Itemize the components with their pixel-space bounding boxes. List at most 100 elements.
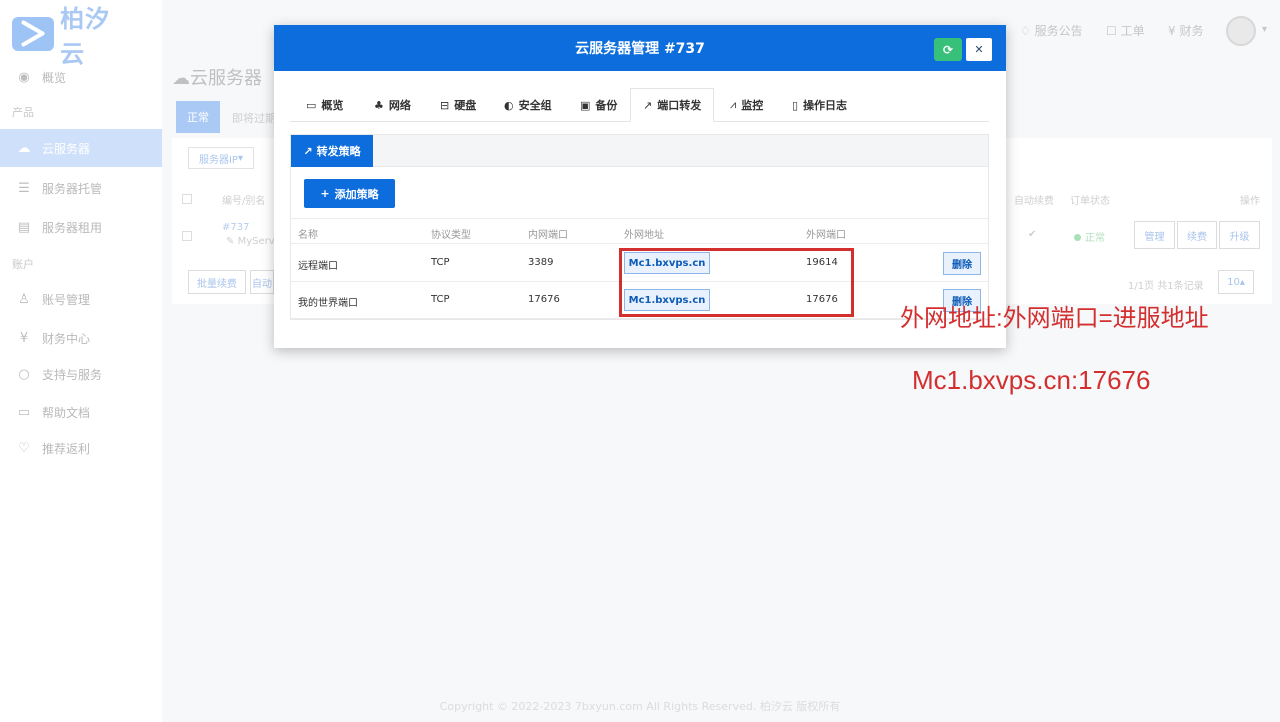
brand-logo[interactable]: 柏汐云 [12,5,132,68]
add-policy-button[interactable]: + 添加策略 [304,179,395,208]
col-address: 外网地址 [624,230,664,241]
yen-icon: ¥ [1168,24,1176,38]
sidebar-item-cloud-server[interactable]: ☁ 云服务器 [0,129,162,167]
sidebar-section-account: 账户 [12,258,34,271]
heart-icon: ♡ [18,440,30,456]
tab-monitor[interactable]: ⩘ 监控 [730,88,763,122]
chevron-down-icon[interactable]: ▾ [1262,24,1267,35]
upgrade-button[interactable]: 升级 [1219,221,1260,249]
col-autorenew: 自动续费 [1014,196,1054,207]
sidebar-item-label: 推荐返利 [42,441,91,456]
panel-header: ↗ 转发策略 [291,135,988,167]
edit-icon: ✎ [226,236,235,247]
sidebar-item-label: 服务器租用 [42,220,103,235]
batch-renew-button[interactable]: 批量续费 [188,270,246,294]
refresh-button[interactable]: ⟳ [934,38,962,61]
tab-overview[interactable]: ▭ 概览 [306,88,343,122]
sidebar-item-account[interactable]: ♙ 账号管理 [0,280,162,318]
tab-network[interactable]: ♣ 网络 [374,88,411,122]
renew-button[interactable]: 续费 [1177,221,1217,249]
notice-link[interactable]: ♢ 服务公告 [1020,22,1083,39]
footer-copyright: Copyright © 2022-2023 7bxyun.com All Rig… [439,700,841,713]
finance-link[interactable]: ¥ 财务 [1168,22,1203,39]
tab-disk[interactable]: ⊟ 硬盘 [440,88,476,122]
dashboard-icon: ◉ [18,69,30,85]
pagination-info: 1/1页 共1条记录 [1128,281,1204,292]
logo-icon [12,17,55,51]
status-badge: 正常 [1074,229,1105,244]
modal-title: 云服务器管理 #737 [575,41,705,57]
rule-internal-port: 17676 [528,294,560,305]
manage-button[interactable]: 管理 [1134,221,1175,249]
tab-security-group[interactable]: ◐ 安全组 [504,88,552,122]
sidebar-item-label: 账号管理 [42,292,91,307]
sidebar-item-server-hosting[interactable]: ☰ 服务器托管 [0,169,162,207]
user-icon: ♙ [18,291,30,307]
col-protocol: 协议类型 [431,230,471,241]
filter-select[interactable]: 服务器IP ▾ [188,147,254,169]
server-hosting-icon: ☰ [18,180,30,196]
refresh-icon: ⟳ [942,42,954,57]
delete-button[interactable]: 删除 [943,252,981,275]
avatar[interactable] [1226,16,1256,46]
bell-icon: ♢ [1020,24,1031,38]
col-action: 操作 [1240,196,1260,207]
row-checkbox[interactable] [182,231,192,241]
close-icon: ✕ [974,43,984,56]
sidebar-item-server-rental[interactable]: ▤ 服务器租用 [0,208,162,246]
doc-icon: ▭ [17,404,31,420]
auto-renew-button[interactable]: 自动 [250,270,274,294]
network-icon: ♣ [374,98,384,112]
cloud-server-icon: ☁ [172,68,190,89]
monitor-icon: ▭ [306,98,317,112]
sidebar-item-label: 概览 [42,70,67,85]
finance-label: 财务 [1179,24,1204,38]
sidebar-item-label: 服务器托管 [42,181,103,196]
sidebar-item-support[interactable]: ○ 支持与服务 [0,355,162,393]
row-alias: ✎ MyServ [226,236,275,247]
col-internal-port: 内网端口 [528,230,568,241]
modal-tabs: ▭ 概览 ♣ 网络 ⊟ 硬盘 ◐ 安全组 ▣ 备份 ↗ 端口转发 ⩘ 监控 ▯ 操作日志 [290,88,989,122]
highlight-box [619,248,854,317]
external-link-icon: ↗ [643,98,653,112]
tab-normal[interactable]: 正常 [176,101,220,133]
sidebar-section-products: 产品 [12,106,34,119]
col-id: 编号/别名 [222,196,266,207]
tab-backup[interactable]: ▣ 备份 [580,88,617,122]
cloud-server-icon: ☁ [17,140,31,156]
col-name: 名称 [298,230,318,241]
sidebar-item-label: 支持与服务 [42,367,103,382]
sidebar-item-docs[interactable]: ▭ 帮助文档 [0,393,162,431]
page-title: ☁云服务器 [172,68,262,89]
sidebar-item-label: 财务中心 [42,331,91,346]
notice-label: 服务公告 [1034,24,1083,38]
ticket-label: 工单 [1120,24,1145,38]
tab-port-forward[interactable]: ↗ 端口转发 [630,88,715,122]
sidebar: 柏汐云 ◉ 概览 产品 ☁ 云服务器 ☰ 服务器托管 ▤ 服务器租用 账户 ♙ … [0,0,162,722]
sidebar-item-referral[interactable]: ♡ 推荐返利 [0,429,162,467]
ticket-link[interactable]: ☐ 工单 [1106,22,1145,39]
rule-internal-port: 3389 [528,257,554,268]
sidebar-item-overview[interactable]: ◉ 概览 [0,58,162,96]
autorenew-check-icon: ✔ [1028,229,1037,240]
tab-forward-policy[interactable]: ↗ 转发策略 [291,135,373,167]
annotation-example: Mc1.bxvps.cn:17676 [912,365,1151,395]
ticket-icon: ☐ [1106,24,1117,38]
chat-icon: ○ [18,366,30,382]
yen-icon: ¥ [19,330,29,346]
chevron-down-icon: ▾ [237,152,243,164]
sidebar-item-finance[interactable]: ¥ 财务中心 [0,319,162,357]
plus-icon: + [320,187,330,200]
annotation-formula: 外网地址:外网端口=进服地址 [900,305,1209,332]
tab-operation-log[interactable]: ▯ 操作日志 [792,88,847,122]
row-id[interactable]: #737 [222,222,249,233]
external-link-icon: ↗ [303,144,313,158]
page-size-select[interactable]: 10 ▴ [1218,270,1254,294]
close-button[interactable]: ✕ [966,38,992,61]
disk-icon: ⊟ [440,98,450,112]
select-all-checkbox[interactable] [182,194,192,204]
save-icon: ▣ [580,98,591,112]
rule-protocol: TCP [431,294,450,305]
table-header: 名称 协议类型 内网端口 外网地址 外网端口 [291,218,988,244]
tab-expiring[interactable]: 即将过期 [232,110,276,126]
